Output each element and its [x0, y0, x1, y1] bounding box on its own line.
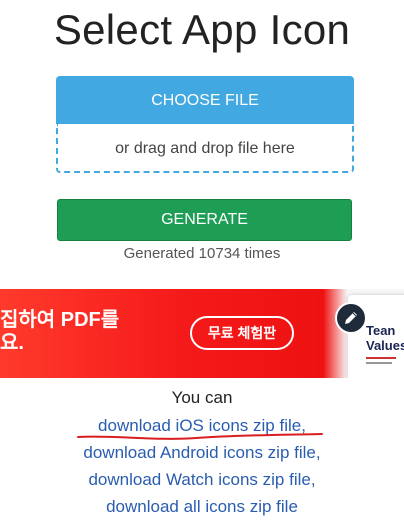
handwritten-underline	[77, 433, 323, 440]
ad-card-lines	[366, 357, 396, 367]
download-intro: You can	[171, 388, 233, 407]
ad-headline: 집하여 PDF를 요.	[0, 309, 120, 354]
download-all-link[interactable]: download all icons zip file	[0, 493, 404, 520]
ad-cta-button[interactable]: 무료 체험판	[190, 316, 294, 350]
generated-count: Generated 10734 times	[123, 245, 281, 262]
pen-icon[interactable]	[335, 302, 367, 334]
download-watch-link[interactable]: download Watch icons zip file,	[0, 466, 404, 493]
page-title: Select App Icon	[53, 6, 351, 53]
drop-zone[interactable]: or drag and drop file here	[56, 124, 354, 173]
ad-banner[interactable]: 집하여 PDF를 요. 무료 체험판 Tean Values	[0, 289, 404, 378]
ad-card-title: Tean Values	[366, 323, 404, 353]
generate-button[interactable]: GENERATE	[57, 199, 352, 241]
choose-file-button[interactable]: CHOOSE FILE	[56, 76, 354, 124]
download-android-link[interactable]: download Android icons zip file,	[0, 439, 404, 466]
